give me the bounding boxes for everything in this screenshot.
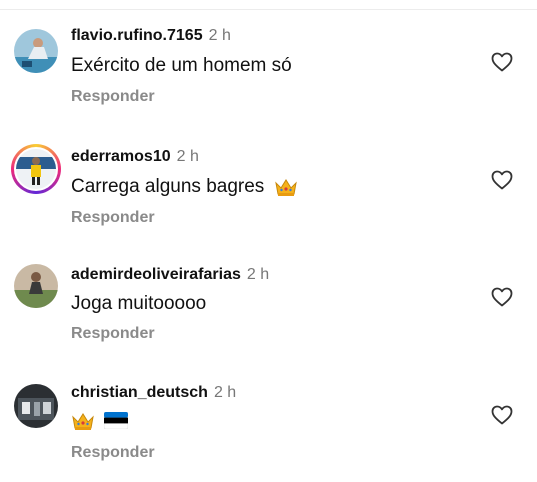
avatar[interactable] — [14, 384, 58, 428]
avatar-story-ring[interactable] — [11, 144, 61, 194]
timestamp: 2 h — [208, 27, 231, 44]
username[interactable]: christian_deutsch — [71, 384, 208, 401]
timestamp: 2 h — [246, 266, 270, 283]
username[interactable]: flavio.rufino.7165 — [71, 27, 203, 44]
reply-button[interactable]: Responder — [71, 325, 155, 343]
avatar[interactable] — [14, 29, 58, 73]
comment-item: christian_deutsch 2 h Responder — [0, 372, 537, 482]
comment-header: flavio.rufino.7165 2 h — [71, 27, 231, 45]
comment-text: Exército de um homem só — [71, 55, 292, 76]
estonia-flag-emoji — [104, 412, 129, 430]
heart-outline-icon[interactable] — [490, 285, 514, 309]
comment-item: ademirdeoliveirafarias 2 h Joga muitooooo… — [0, 254, 537, 364]
comment-text-row — [71, 410, 129, 432]
reply-button[interactable]: Responder — [71, 88, 155, 106]
heart-outline-icon[interactable] — [490, 168, 514, 192]
timestamp: 2 h — [213, 384, 237, 401]
comment-text: Carrega alguns bagres — [71, 176, 265, 197]
crown-emoji — [72, 413, 94, 430]
username[interactable]: ademirdeoliveirafarias — [71, 266, 241, 283]
comment-item: flavio.rufino.7165 2 h Exército de um hom… — [0, 15, 537, 125]
top-divider — [0, 9, 537, 10]
comment-item: ederramos10 2 h Carrega alguns bagres Res… — [0, 136, 537, 246]
reply-button[interactable]: Responder — [71, 444, 155, 462]
username[interactable]: ederramos10 — [71, 148, 171, 165]
heart-outline-icon[interactable] — [490, 403, 514, 427]
timestamp: 2 h — [176, 148, 199, 165]
avatar — [14, 147, 58, 191]
comment-header: ademirdeoliveirafarias 2 h — [71, 266, 269, 284]
comment-header: ederramos10 2 h — [71, 148, 199, 166]
avatar[interactable] — [14, 264, 58, 308]
reply-button[interactable]: Responder — [71, 209, 155, 227]
comment-text-row: Carrega alguns bagres — [71, 176, 298, 198]
crown-emoji — [274, 179, 297, 196]
heart-outline-icon[interactable] — [490, 50, 514, 74]
comment-header: christian_deutsch 2 h — [71, 384, 236, 402]
comment-text: Joga muitooooo — [71, 293, 207, 314]
